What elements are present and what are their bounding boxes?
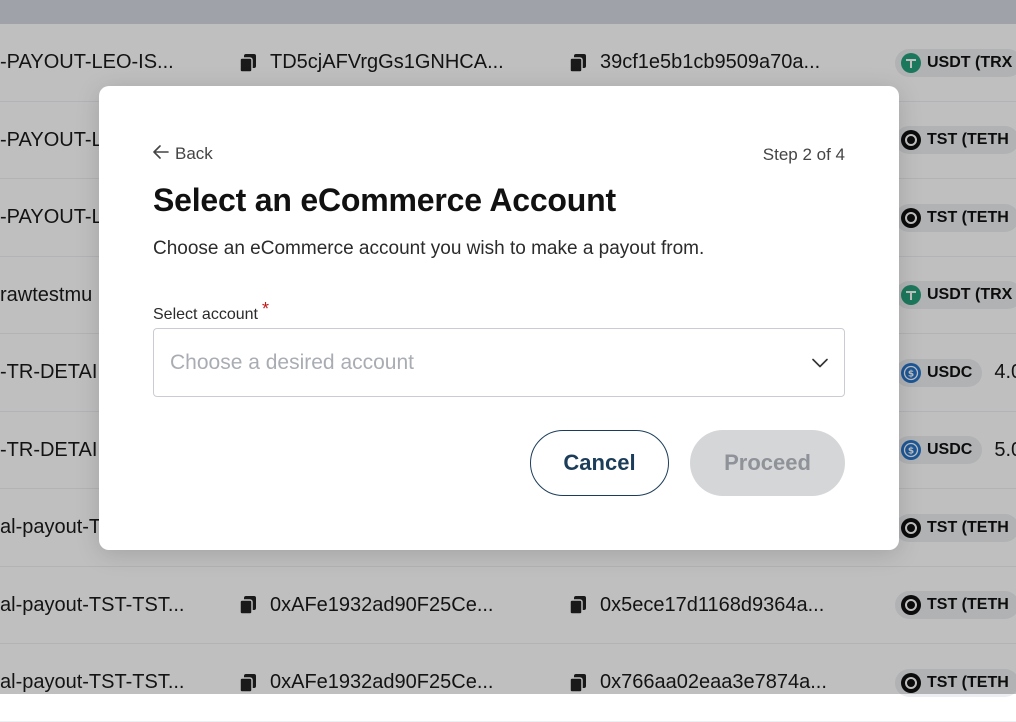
modal-description: Choose an eCommerce account you wish to … bbox=[153, 238, 705, 259]
arrow-left-icon bbox=[153, 144, 169, 164]
select-account-label-text: Select account bbox=[153, 306, 258, 323]
account-select-placeholder: Choose a desired account bbox=[170, 350, 414, 374]
modal-title: Select an eCommerce Account bbox=[153, 182, 616, 218]
select-account-modal: Back Step 2 of 4 Select an eCommerce Acc… bbox=[99, 86, 899, 550]
required-asterisk: * bbox=[261, 299, 269, 319]
cancel-button[interactable]: Cancel bbox=[530, 430, 669, 496]
proceed-button[interactable]: Proceed bbox=[690, 430, 845, 496]
chevron-down-icon bbox=[812, 358, 828, 368]
back-label: Back bbox=[175, 144, 213, 163]
account-select[interactable]: Choose a desired account bbox=[153, 328, 845, 397]
select-account-label: Select account * bbox=[153, 299, 269, 324]
step-indicator: Step 2 of 4 bbox=[762, 145, 845, 164]
back-button[interactable]: Back bbox=[153, 144, 213, 164]
